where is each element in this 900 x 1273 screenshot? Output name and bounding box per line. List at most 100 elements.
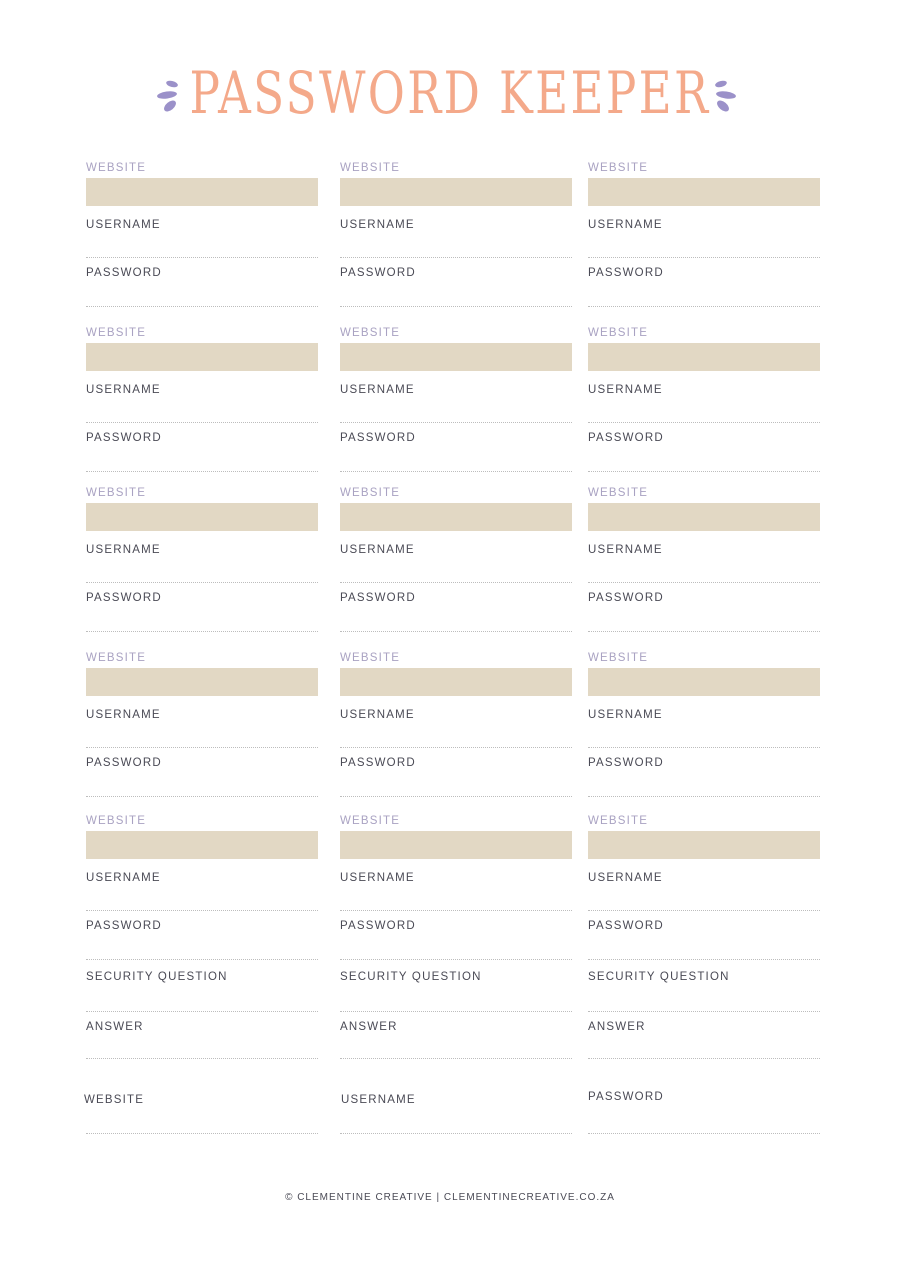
- username-field[interactable]: [86, 582, 318, 583]
- answer-field[interactable]: [86, 1058, 318, 1059]
- security-question-field[interactable]: [588, 1011, 820, 1012]
- bottom-field[interactable]: [86, 1133, 318, 1134]
- website-label: WEBSITE: [588, 327, 649, 339]
- username-label: USERNAME: [588, 709, 663, 721]
- page-title: PASSWORD KEEPER: [189, 59, 711, 127]
- username-label: USERNAME: [588, 544, 663, 556]
- password-label: PASSWORD: [340, 757, 416, 769]
- website-label: WEBSITE: [588, 487, 649, 499]
- password-label: PASSWORD: [86, 592, 162, 604]
- password-field[interactable]: [86, 796, 318, 797]
- username-label: USERNAME: [86, 872, 161, 884]
- bottom-field[interactable]: [588, 1133, 820, 1134]
- username-label: USERNAME: [588, 219, 663, 231]
- website-field[interactable]: [340, 178, 572, 206]
- website-field[interactable]: [588, 668, 820, 696]
- password-field[interactable]: [340, 959, 572, 960]
- website-field[interactable]: [86, 343, 318, 371]
- username-label: USERNAME: [86, 384, 161, 396]
- password-field[interactable]: [86, 306, 318, 307]
- username-field[interactable]: [588, 910, 820, 911]
- website-label: WEBSITE: [86, 162, 147, 174]
- username-field[interactable]: [340, 422, 572, 423]
- website-field[interactable]: [588, 503, 820, 531]
- password-field[interactable]: [588, 959, 820, 960]
- password-field[interactable]: [86, 471, 318, 472]
- security-question-field[interactable]: [86, 1011, 318, 1012]
- username-field[interactable]: [86, 910, 318, 911]
- bottom-field[interactable]: [340, 1133, 572, 1134]
- username-field[interactable]: [588, 257, 820, 258]
- website-field[interactable]: [340, 343, 572, 371]
- password-field[interactable]: [588, 471, 820, 472]
- website-field[interactable]: [86, 668, 318, 696]
- password-field[interactable]: [86, 631, 318, 632]
- password-label: PASSWORD: [588, 757, 664, 769]
- website-field[interactable]: [588, 343, 820, 371]
- username-field[interactable]: [86, 747, 318, 748]
- bottom-website-label: WEBSITE: [84, 1094, 145, 1106]
- security-question-field[interactable]: [340, 1011, 572, 1012]
- password-label: PASSWORD: [588, 592, 664, 604]
- username-label: USERNAME: [340, 219, 415, 231]
- username-field[interactable]: [340, 582, 572, 583]
- footer-credit: © CLEMENTINE CREATIVE | CLEMENTINECREATI…: [285, 1192, 615, 1203]
- website-label: WEBSITE: [340, 652, 401, 664]
- website-label: WEBSITE: [86, 652, 147, 664]
- bottom-username-label: USERNAME: [341, 1094, 416, 1106]
- leaf-decoration-icon: [157, 80, 178, 112]
- website-field[interactable]: [340, 831, 572, 859]
- security-question-label: SECURITY QUESTION: [588, 971, 730, 983]
- password-label: PASSWORD: [340, 592, 416, 604]
- username-field[interactable]: [86, 422, 318, 423]
- username-label: USERNAME: [340, 384, 415, 396]
- password-field[interactable]: [340, 796, 572, 797]
- website-field[interactable]: [340, 503, 572, 531]
- website-field[interactable]: [340, 668, 572, 696]
- website-field[interactable]: [86, 503, 318, 531]
- password-field[interactable]: [588, 306, 820, 307]
- website-field[interactable]: [86, 831, 318, 859]
- username-label: USERNAME: [86, 219, 161, 231]
- website-label: WEBSITE: [588, 652, 649, 664]
- username-label: USERNAME: [588, 384, 663, 396]
- website-field[interactable]: [588, 178, 820, 206]
- username-field[interactable]: [588, 422, 820, 423]
- password-label: PASSWORD: [340, 432, 416, 444]
- security-question-label: SECURITY QUESTION: [340, 971, 482, 983]
- password-field[interactable]: [340, 631, 572, 632]
- leaf-decoration-icon: [715, 80, 736, 112]
- password-field[interactable]: [588, 796, 820, 797]
- password-field[interactable]: [86, 959, 318, 960]
- username-label: USERNAME: [340, 544, 415, 556]
- password-field[interactable]: [588, 631, 820, 632]
- website-label: WEBSITE: [340, 327, 401, 339]
- website-label: WEBSITE: [340, 162, 401, 174]
- website-field[interactable]: [588, 831, 820, 859]
- answer-label: ANSWER: [86, 1021, 144, 1033]
- username-field[interactable]: [86, 257, 318, 258]
- answer-label: ANSWER: [340, 1021, 398, 1033]
- website-label: WEBSITE: [340, 487, 401, 499]
- username-field[interactable]: [588, 747, 820, 748]
- answer-label: ANSWER: [588, 1021, 646, 1033]
- answer-field[interactable]: [340, 1058, 572, 1059]
- website-label: WEBSITE: [86, 487, 147, 499]
- website-label: WEBSITE: [588, 162, 649, 174]
- username-label: USERNAME: [588, 872, 663, 884]
- password-field[interactable]: [340, 306, 572, 307]
- password-field[interactable]: [340, 471, 572, 472]
- password-label: PASSWORD: [86, 757, 162, 769]
- security-question-label: SECURITY QUESTION: [86, 971, 228, 983]
- password-label: PASSWORD: [86, 920, 162, 932]
- password-label: PASSWORD: [588, 432, 664, 444]
- username-field[interactable]: [340, 257, 572, 258]
- password-label: PASSWORD: [86, 432, 162, 444]
- username-field[interactable]: [340, 910, 572, 911]
- website-field[interactable]: [86, 178, 318, 206]
- username-field[interactable]: [588, 582, 820, 583]
- username-field[interactable]: [340, 747, 572, 748]
- page-title-wrap: PASSWORD KEEPER: [0, 58, 900, 128]
- bottom-password-label: PASSWORD: [588, 1091, 664, 1103]
- answer-field[interactable]: [588, 1058, 820, 1059]
